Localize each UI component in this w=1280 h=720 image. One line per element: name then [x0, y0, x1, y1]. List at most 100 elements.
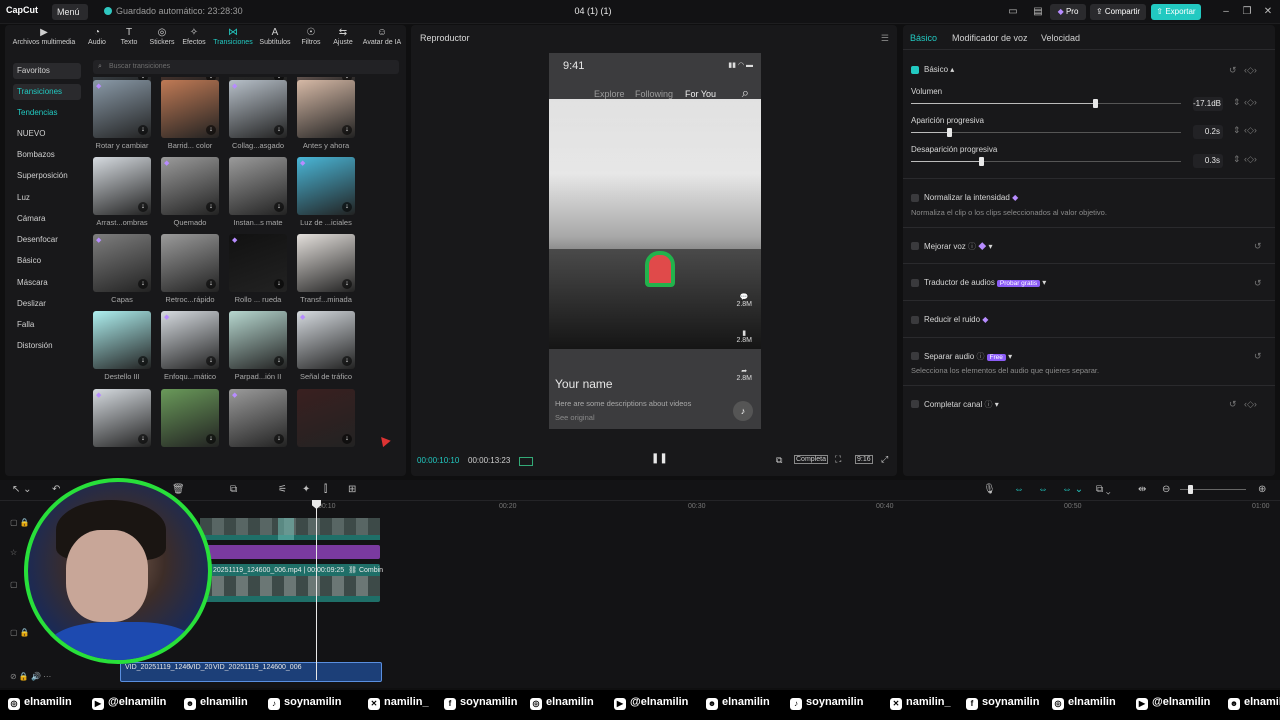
transition-thumbnail[interactable]: ◆↓ — [93, 234, 151, 292]
category-item[interactable]: Distorsión — [13, 338, 81, 354]
transition-thumbnail[interactable]: ◆↓ — [229, 389, 287, 447]
category-item[interactable]: Cámara — [13, 211, 81, 227]
enhance-voice-checkbox[interactable] — [911, 242, 919, 250]
download-icon[interactable]: ↓ — [206, 356, 216, 366]
delete-icon[interactable]: 🗑 — [172, 484, 185, 495]
tool-transitions[interactable]: ⋈ Transiciones — [211, 27, 255, 51]
denoise-checkbox[interactable] — [911, 316, 919, 324]
keyframe-icon[interactable]: ‹◇› — [1244, 97, 1257, 108]
slider-knob[interactable] — [946, 128, 952, 137]
download-icon[interactable]: ↓ — [274, 202, 284, 212]
effect-clip[interactable] — [200, 545, 380, 559]
tool-media[interactable]: ▶ Archivos multimedia — [8, 27, 80, 51]
slider-knob[interactable] — [979, 157, 985, 166]
download-icon[interactable]: ↓ — [138, 279, 148, 289]
transition-thumbnail[interactable]: ↓ — [297, 389, 355, 447]
close-icon[interactable]: ✕ — [1262, 5, 1274, 19]
fade-out-value[interactable]: 0.3s — [1193, 154, 1223, 168]
share-button[interactable]: ⇪ Compartir — [1090, 4, 1146, 20]
download-icon[interactable]: ↓ — [206, 202, 216, 212]
tool-sticker[interactable]: ◎ Stickers — [147, 27, 177, 51]
menu-button[interactable]: Menú ⌄ — [52, 4, 88, 33]
transition-thumbnail[interactable]: ◆↓ — [161, 157, 219, 215]
transition-thumbnail[interactable]: ◆↓ — [93, 389, 151, 447]
tool-filters[interactable]: ☉ Filtros — [297, 27, 325, 51]
category-item[interactable]: Superposición — [13, 168, 81, 184]
track-audio-icon[interactable]: ⊘ 🔒 🔊 ⋯ — [10, 672, 51, 681]
transition-thumbnail[interactable]: ↓ — [161, 234, 219, 292]
reset-icon[interactable]: ↺ — [1254, 351, 1262, 362]
pro-button[interactable]: ◆ Pro — [1050, 4, 1086, 20]
stepper-icon[interactable]: ⇕ — [1233, 154, 1241, 165]
layout-icon[interactable]: ▭ — [1005, 5, 1021, 19]
frame-icon[interactable]: ⊞ — [348, 484, 356, 495]
transition-thumbnail[interactable]: ↓ — [229, 157, 287, 215]
transition-thumbnail[interactable]: ↓ — [161, 80, 219, 138]
adjust-tool-icon[interactable]: ⚟ — [278, 484, 287, 495]
player-menu-icon[interactable]: ☰ — [881, 33, 889, 44]
category-item[interactable]: Favoritos — [13, 63, 81, 79]
download-icon[interactable]: ↓ — [274, 356, 284, 366]
tab-voice-changer[interactable]: Modificador de voz — [952, 33, 1028, 43]
download-icon[interactable]: ↓ — [138, 356, 148, 366]
stepper-icon[interactable]: ⇕ — [1233, 125, 1241, 136]
slider-knob[interactable] — [1092, 99, 1098, 108]
track-video-icon[interactable]: ▢ — [10, 580, 18, 589]
track-effect-icon[interactable]: ☆ — [10, 548, 17, 557]
transition-thumbnail[interactable]: ◆↓ — [161, 311, 219, 369]
transition-thumbnail[interactable]: ◆↓ — [297, 311, 355, 369]
transition-thumbnail[interactable]: ↓ — [297, 80, 355, 138]
download-icon[interactable]: ↓ — [138, 202, 148, 212]
focus-icon[interactable]: ⛶ — [835, 454, 841, 465]
track-lock-icon[interactable]: ▢ 🔒 — [10, 518, 30, 527]
transition-thumbnail[interactable]: ◆↓ — [297, 157, 355, 215]
transition-thumbnail[interactable]: ↓ — [229, 311, 287, 369]
normalize-checkbox[interactable] — [911, 194, 919, 202]
tab-basic[interactable]: Básico — [910, 33, 937, 43]
transition-thumbnail[interactable]: ◆↓ — [229, 80, 287, 138]
search-input[interactable]: ⌕ Buscar transiciones — [93, 60, 399, 74]
download-icon[interactable]: ↓ — [206, 125, 216, 135]
audio-track[interactable]: VID_20251119_1246 VID_20 VID_20251119_12… — [120, 662, 382, 682]
tab-speed[interactable]: Velocidad — [1041, 33, 1080, 43]
full-quality-button[interactable]: Completa — [794, 455, 828, 464]
keyframe-icon[interactable]: ‹◇› — [1244, 154, 1257, 165]
zoom-knob[interactable] — [1188, 485, 1193, 494]
fullscreen-icon[interactable]: ⤢ — [881, 454, 888, 465]
transition-thumbnail[interactable]: ◆↓ — [229, 234, 287, 292]
crop-tool-icon[interactable]: ⧉ — [230, 484, 237, 495]
download-icon[interactable]: ↓ — [342, 279, 352, 289]
restore-icon[interactable]: ❐ — [1241, 5, 1253, 19]
transition-thumbnail[interactable]: ◆↓ — [93, 80, 151, 138]
category-item[interactable]: Desenfocar — [13, 232, 81, 248]
download-icon[interactable]: ↓ — [206, 434, 216, 444]
reset-icon[interactable]: ↺ — [1229, 65, 1237, 76]
shortcut-icon[interactable]: ▤ — [1030, 5, 1046, 19]
fade-in-slider[interactable] — [911, 128, 1181, 137]
pause-button[interactable]: ❚❚ — [651, 453, 668, 464]
transition-marker[interactable] — [278, 518, 294, 540]
magic-icon[interactable]: ✦ — [302, 484, 310, 495]
split-icon[interactable]: ⫿ — [324, 484, 327, 495]
download-icon[interactable]: ↓ — [138, 434, 148, 444]
zoom-out-icon[interactable]: ⊖ — [1162, 484, 1170, 495]
complete-channel-checkbox[interactable] — [911, 400, 919, 408]
stepper-icon[interactable]: ⇕ — [1233, 97, 1241, 108]
tool-effects[interactable]: ✧ Efectos — [179, 27, 209, 51]
project-title[interactable]: 04 (1) (1) — [560, 6, 626, 16]
video-preview[interactable]: 9:41 ▮▮ ◠ ▬ Explore Following For You ⌕ … — [549, 53, 761, 429]
transition-thumbnail[interactable]: ↓ — [93, 311, 151, 369]
transition-thumbnail[interactable]: ↓ — [93, 157, 151, 215]
preview-axis-icon[interactable]: ⧉ ⌄ — [1096, 484, 1111, 495]
track-lock-icon[interactable]: ▢ 🔒 — [10, 628, 30, 637]
link-icon[interactable]: ⇔ — [1014, 484, 1024, 495]
main-video-clip[interactable]: 20251119_124600_006.mp4 | 00:00:09:25 ⛓ … — [200, 564, 383, 602]
tool-ai-avatar[interactable]: ☺ Avatar de IA — [359, 27, 405, 51]
category-item[interactable]: Deslizar — [13, 296, 81, 312]
category-item[interactable]: Luz — [13, 190, 81, 206]
category-item[interactable]: Bombazos — [13, 147, 81, 163]
zoom-in-icon[interactable]: ⊕ — [1258, 484, 1266, 495]
download-icon[interactable]: ↓ — [274, 279, 284, 289]
download-icon[interactable]: ↓ — [206, 279, 216, 289]
category-item[interactable]: Falla — [13, 317, 81, 333]
